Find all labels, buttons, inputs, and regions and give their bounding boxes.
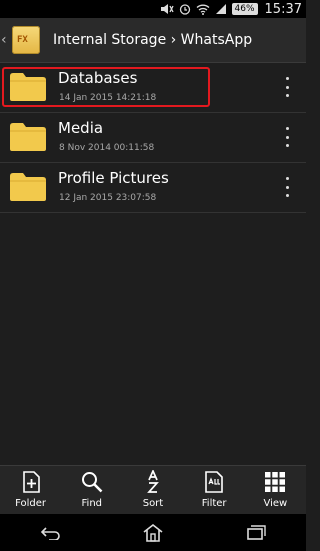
toolbar-label: Folder [15, 498, 47, 509]
toolbar-label: Find [81, 498, 103, 509]
toolbar-label: View [263, 498, 288, 509]
filter-icon [205, 471, 223, 493]
recent-apps-button[interactable] [235, 518, 275, 548]
sort-button[interactable]: Sort [125, 466, 180, 509]
app-logo-text: FX [17, 35, 28, 45]
toolbar-label: Sort [142, 498, 164, 509]
file-date: 12 Jan 2015 23:07:58 [59, 193, 157, 203]
app-logo[interactable]: FX [12, 26, 40, 54]
overflow-menu-icon[interactable] [284, 77, 290, 97]
new-file-icon [22, 471, 40, 493]
file-name: Media [58, 119, 104, 137]
back-button[interactable] [31, 518, 71, 548]
folder-icon [10, 123, 46, 151]
clock: 15:37 [264, 1, 302, 17]
overflow-menu-icon[interactable] [284, 177, 290, 197]
wifi-icon [196, 3, 210, 15]
signal-icon [215, 3, 227, 15]
selection-highlight [2, 67, 210, 107]
grid-view-icon [265, 472, 286, 492]
file-list: Databases 14 Jan 2015 14:21:18 Media 8 N… [0, 63, 306, 213]
home-button[interactable] [133, 518, 173, 548]
file-date: 8 Nov 2014 00:11:58 [59, 143, 155, 153]
sort-az-icon [147, 470, 159, 493]
home-icon [143, 523, 163, 542]
breadcrumb: Internal Storage › WhatsApp [53, 32, 253, 48]
file-name: Profile Pictures [58, 169, 169, 187]
filter-button[interactable]: Filter [187, 466, 242, 509]
alarm-icon [179, 3, 191, 15]
bottom-toolbar: Folder Find Sort Filter View [0, 465, 306, 514]
back-arrow-icon [40, 526, 60, 540]
folder-icon [10, 173, 46, 201]
back-chevron-icon[interactable]: ‹ [1, 32, 9, 48]
overflow-menu-icon[interactable] [284, 127, 290, 147]
view-button[interactable]: View [248, 466, 303, 509]
list-item[interactable]: Databases 14 Jan 2015 14:21:18 [0, 63, 306, 113]
list-item[interactable]: Profile Pictures 12 Jan 2015 23:07:58 [0, 163, 306, 213]
system-nav-bar [0, 514, 306, 551]
app-bar: ‹ FX Internal Storage › WhatsApp [0, 18, 306, 63]
new-folder-button[interactable]: Folder [3, 466, 58, 509]
toolbar-label: Filter [201, 498, 227, 509]
mute-icon [160, 3, 174, 15]
status-bar: 46% 15:37 [0, 0, 306, 18]
battery-indicator: 46% [231, 3, 258, 15]
find-button[interactable]: Find [64, 466, 119, 509]
search-icon [81, 472, 103, 493]
recent-apps-icon [247, 524, 266, 540]
list-item[interactable]: Media 8 Nov 2014 00:11:58 [0, 113, 306, 163]
